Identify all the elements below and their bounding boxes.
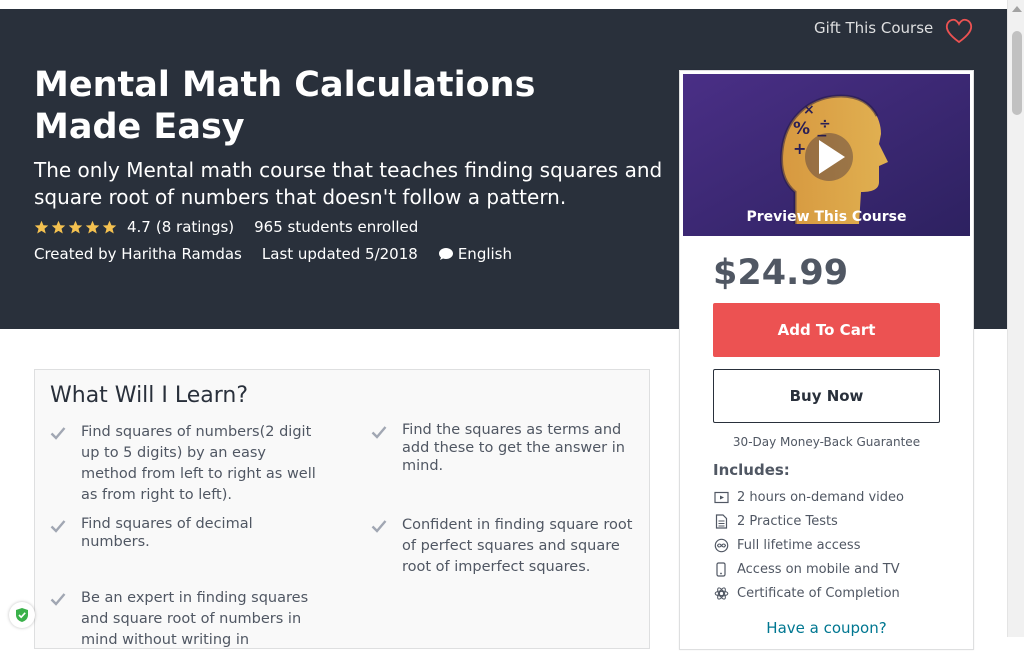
svg-text:+: + bbox=[793, 139, 806, 158]
buy-now-button[interactable]: Buy Now bbox=[713, 369, 940, 423]
star-icon bbox=[68, 220, 83, 233]
star-icon bbox=[102, 220, 117, 233]
purchase-sidebar: × % ÷ − + Preview This Course $24.99 Add… bbox=[679, 70, 974, 650]
coupon-link[interactable]: Have a coupon? bbox=[680, 619, 973, 637]
learn-item: Confident in finding square root of perf… bbox=[371, 515, 636, 578]
video-icon bbox=[713, 489, 729, 505]
rating-value: 4.7 bbox=[127, 218, 151, 236]
chat-bubble-icon bbox=[438, 248, 453, 260]
last-updated: Last updated 5/2018 bbox=[261, 245, 418, 263]
money-back-guarantee: 30-Day Money-Back Guarantee bbox=[732, 435, 921, 449]
includes-title: Includes: bbox=[713, 461, 790, 479]
rating-count[interactable]: (8 ratings) bbox=[156, 218, 234, 236]
include-item: Certificate of Completion bbox=[713, 581, 904, 605]
learn-item: Find squares of numbers(2 digit up to 5 … bbox=[50, 422, 320, 506]
star-icon bbox=[34, 220, 49, 233]
learn-item: Be an expert in finding squares and squa… bbox=[50, 588, 320, 651]
what-will-i-learn: What Will I Learn? Find squares of numbe… bbox=[34, 369, 650, 649]
security-shield-icon[interactable] bbox=[9, 602, 35, 628]
include-item: 2 Practice Tests bbox=[713, 509, 904, 533]
star-rating bbox=[34, 220, 117, 235]
learn-item: Find the squares as terms and add these … bbox=[371, 421, 631, 475]
certificate-icon bbox=[713, 585, 729, 601]
course-subtitle: The only Mental math course that teaches… bbox=[34, 158, 663, 209]
check-icon bbox=[50, 593, 66, 606]
enrolled-count: 965 students enrolled bbox=[254, 218, 419, 236]
course-language: English bbox=[457, 245, 512, 263]
include-item: Full lifetime access bbox=[713, 533, 904, 557]
check-icon bbox=[371, 426, 387, 439]
course-preview[interactable]: × % ÷ − + Preview This Course bbox=[683, 74, 970, 236]
infinity-icon bbox=[713, 537, 729, 553]
mobile-icon bbox=[713, 561, 729, 577]
include-item: 2 hours on-demand video bbox=[713, 485, 904, 509]
wishlist-heart-icon[interactable] bbox=[944, 17, 974, 45]
top-strip bbox=[0, 0, 1007, 9]
course-price: $24.99 bbox=[713, 253, 849, 293]
check-icon bbox=[371, 520, 387, 533]
add-to-cart-button[interactable]: Add To Cart bbox=[713, 303, 940, 357]
gift-course-link[interactable]: Gift This Course bbox=[814, 19, 933, 37]
course-title: Mental Math Calculations Made Easy bbox=[34, 65, 536, 147]
includes-list: 2 hours on-demand video 2 Practice Tests… bbox=[713, 485, 904, 605]
instructor[interactable]: Created by Haritha Ramdas bbox=[34, 245, 242, 263]
svg-text:×: × bbox=[803, 102, 815, 118]
check-icon bbox=[50, 427, 66, 440]
star-icon bbox=[85, 220, 100, 233]
rating-row: 4.7 (8 ratings) 965 students enrolled bbox=[34, 216, 418, 238]
svg-text:%: % bbox=[793, 119, 810, 139]
preview-label: Preview This Course bbox=[746, 209, 907, 225]
learn-title: What Will I Learn? bbox=[50, 383, 249, 408]
scrollbar-thumb[interactable] bbox=[1012, 31, 1022, 115]
learn-item: Find squares of decimal numbers. bbox=[50, 515, 320, 551]
scroll-up-arrow-icon[interactable] bbox=[1012, 6, 1022, 12]
course-meta: Created by Haritha Ramdas Last updated 5… bbox=[34, 243, 512, 265]
page-scrollbar[interactable] bbox=[1007, 0, 1024, 637]
star-icon bbox=[51, 220, 66, 233]
include-item: Access on mobile and TV bbox=[713, 557, 904, 581]
document-icon bbox=[713, 513, 729, 529]
check-icon bbox=[50, 520, 66, 533]
